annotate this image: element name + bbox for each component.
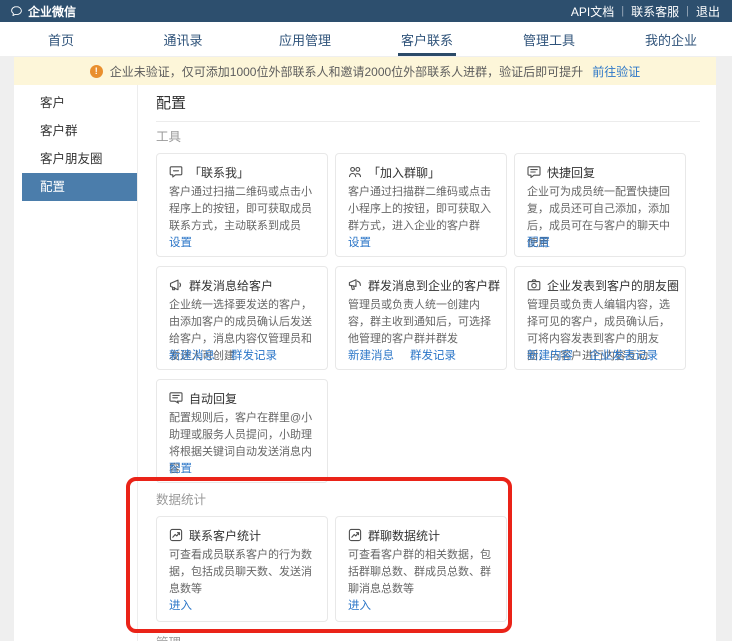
tool-card-group-send-customers: 群发消息给客户 企业统一选择要发送的客户，由添加客户的成员确认后发送给客户，消息… — [156, 266, 328, 370]
new-message-link[interactable]: 新建消息 — [348, 348, 394, 365]
logout-link[interactable]: 退出 — [696, 3, 720, 20]
chat-bubble-logo-icon — [10, 5, 23, 18]
contact-me-bubble-icon — [169, 165, 183, 179]
go-verify-link[interactable]: 前往验证 — [592, 63, 640, 80]
stats-card-group-chat: 群聊数据统计 可查看客户群的相关数据，包括群聊总数、群成员总数、群聊消息总数等 … — [335, 516, 507, 622]
manage-section-label: 管理 — [156, 636, 700, 641]
divider — [156, 121, 700, 122]
stats-card-customer-contact: 联系客户统计 可查看成员联系客户的行为数据，包括成员聊天数、发送消息数等 进入 — [156, 516, 328, 622]
new-content-link[interactable]: 新建内容 — [527, 348, 573, 365]
sidebar-item-customer-groups[interactable]: 客户群 — [14, 117, 137, 145]
nav-tab-customer-contact[interactable]: 客户联系 — [366, 22, 488, 56]
tool-card-auto-reply: 自动回复 配置规则后，客户在群里@小助理或服务人员提问，小助理将根据关键词自动发… — [156, 379, 328, 483]
card-title: 「联系我」 — [189, 164, 249, 181]
camera-icon — [527, 278, 541, 292]
card-description: 客户通过扫描二维码或点击小程序上的按钮，即可获取成员联系方式，主动联系到成员 — [169, 184, 315, 235]
quick-reply-config-link[interactable]: 配置 — [527, 235, 550, 252]
stats-grid: 联系客户统计 可查看成员联系客户的行为数据，包括成员聊天数、发送消息数等 进入 — [156, 516, 700, 622]
group-send-records-link[interactable]: 群发记录 — [231, 348, 277, 365]
warning-icon: ! — [90, 65, 103, 78]
sidebar-item-customer-moments[interactable]: 客户朋友圈 — [14, 145, 137, 173]
tools-grid: 「联系我」 客户通过扫描二维码或点击小程序上的按钮，即可获取成员联系方式，主动联… — [156, 153, 700, 483]
content-panel: 客户 客户群 客户朋友圈 配置 配置 工具 「联系我」 客户通过扫描二维码 — [14, 85, 716, 641]
card-title: 企业发表到客户的朋友圈 — [547, 277, 679, 294]
card-title: 群聊数据统计 — [368, 527, 440, 544]
card-title: 「加入群聊」 — [368, 164, 440, 181]
join-group-settings-link[interactable]: 设置 — [348, 235, 371, 252]
card-title: 自动回复 — [189, 390, 237, 407]
sidebar: 客户 客户群 客户朋友圈 配置 — [14, 85, 138, 641]
separator: | — [686, 5, 689, 17]
notice-text: 企业未验证，仅可添加1000位外部联系人和邀请2000位外部联系人进群，验证后即… — [110, 63, 583, 80]
card-description: 可查看成员联系客户的行为数据，包括成员聊天数、发送消息数等 — [169, 547, 315, 598]
join-group-icon — [348, 165, 362, 179]
contact-me-settings-link[interactable]: 设置 — [169, 235, 192, 252]
nav-tab-contacts[interactable]: 通讯录 — [122, 22, 244, 56]
quick-reply-icon — [527, 165, 541, 179]
enter-customer-stats-link[interactable]: 进入 — [169, 598, 192, 615]
sidebar-item-config[interactable]: 配置 — [22, 173, 137, 201]
card-description: 管理员或负责人统一创建内容，群主收到通知后，可选择他管理的客户群并群发 — [348, 297, 494, 348]
auto-reply-config-link[interactable]: 配置 — [169, 461, 192, 478]
auto-reply-icon — [169, 391, 183, 405]
topbar: 企业微信 API文档 | 联系客服 | 退出 — [0, 0, 732, 22]
brand-name: 企业微信 — [28, 3, 76, 20]
nav-tab-home[interactable]: 首页 — [0, 22, 122, 56]
megaphone-icon — [169, 278, 183, 292]
main-content: 配置 工具 「联系我」 客户通过扫描二维码或点击小程序上的按钮，即可获取成员联系… — [138, 85, 716, 641]
group-send-records-link[interactable]: 群发记录 — [410, 348, 456, 365]
card-title: 群发消息给客户 — [189, 277, 273, 294]
tools-section-label: 工具 — [156, 130, 700, 145]
sidebar-item-customers[interactable]: 客户 — [14, 89, 137, 117]
card-title: 群发消息到企业的客户群 — [368, 277, 500, 294]
api-docs-link[interactable]: API文档 — [571, 3, 614, 20]
stats-section-label: 数据统计 — [156, 493, 700, 508]
contact-support-link[interactable]: 联系客服 — [631, 3, 679, 20]
enter-group-stats-link[interactable]: 进入 — [348, 598, 371, 615]
card-description: 客户通过扫描群二维码或点击小程序上的按钮，即可获取入群方式，进入企业的客户群 — [348, 184, 494, 235]
tool-card-quick-reply: 快捷回复 企业可为成员统一配置快捷回复，成员还可自己添加，添加后，成员可在与客户… — [514, 153, 686, 257]
nav-tab-admin-tools[interactable]: 管理工具 — [488, 22, 610, 56]
main-nav: 首页 通讯录 应用管理 客户联系 管理工具 我的企业 — [0, 22, 732, 56]
topbar-links: API文档 | 联系客服 | 退出 — [571, 3, 720, 20]
publish-records-link[interactable]: 企业发表记录 — [589, 348, 658, 365]
tool-card-join-group: 「加入群聊」 客户通过扫描群二维码或点击小程序上的按钮，即可获取入群方式，进入企… — [335, 153, 507, 257]
new-message-link[interactable]: 新建消息 — [169, 348, 215, 365]
stats-section: 数据统计 联系客户统计 可查看成员联系客户的行为数据，包括成员聊天数、发送消息数… — [156, 493, 700, 622]
wechat-work-logo: 企业微信 — [10, 3, 76, 20]
page-title: 配置 — [156, 95, 700, 112]
card-title: 联系客户统计 — [189, 527, 261, 544]
card-description: 可查看客户群的相关数据，包括群聊总数、群成员总数、群聊消息总数等 — [348, 547, 494, 598]
page-content: ! 企业未验证，仅可添加1000位外部联系人和邀请2000位外部联系人进群，验证… — [14, 57, 716, 641]
verification-notice-bar: ! 企业未验证，仅可添加1000位外部联系人和邀请2000位外部联系人进群，验证… — [14, 57, 716, 85]
broadcast-group-icon — [348, 278, 362, 292]
tool-card-publish-moments: 企业发表到客户的朋友圈 管理员或负责人编辑内容，选择可见的客户，成员确认后，可将… — [514, 266, 686, 370]
nav-tab-my-company[interactable]: 我的企业 — [610, 22, 732, 56]
chart-icon — [348, 528, 362, 542]
tool-card-contact-me: 「联系我」 客户通过扫描二维码或点击小程序上的按钮，即可获取成员联系方式，主动联… — [156, 153, 328, 257]
separator: | — [621, 5, 624, 17]
card-title: 快捷回复 — [547, 164, 595, 181]
tool-card-group-send-groups: 群发消息到企业的客户群 管理员或负责人统一创建内容，群主收到通知后，可选择他管理… — [335, 266, 507, 370]
chart-icon — [169, 528, 183, 542]
nav-tab-apps[interactable]: 应用管理 — [244, 22, 366, 56]
